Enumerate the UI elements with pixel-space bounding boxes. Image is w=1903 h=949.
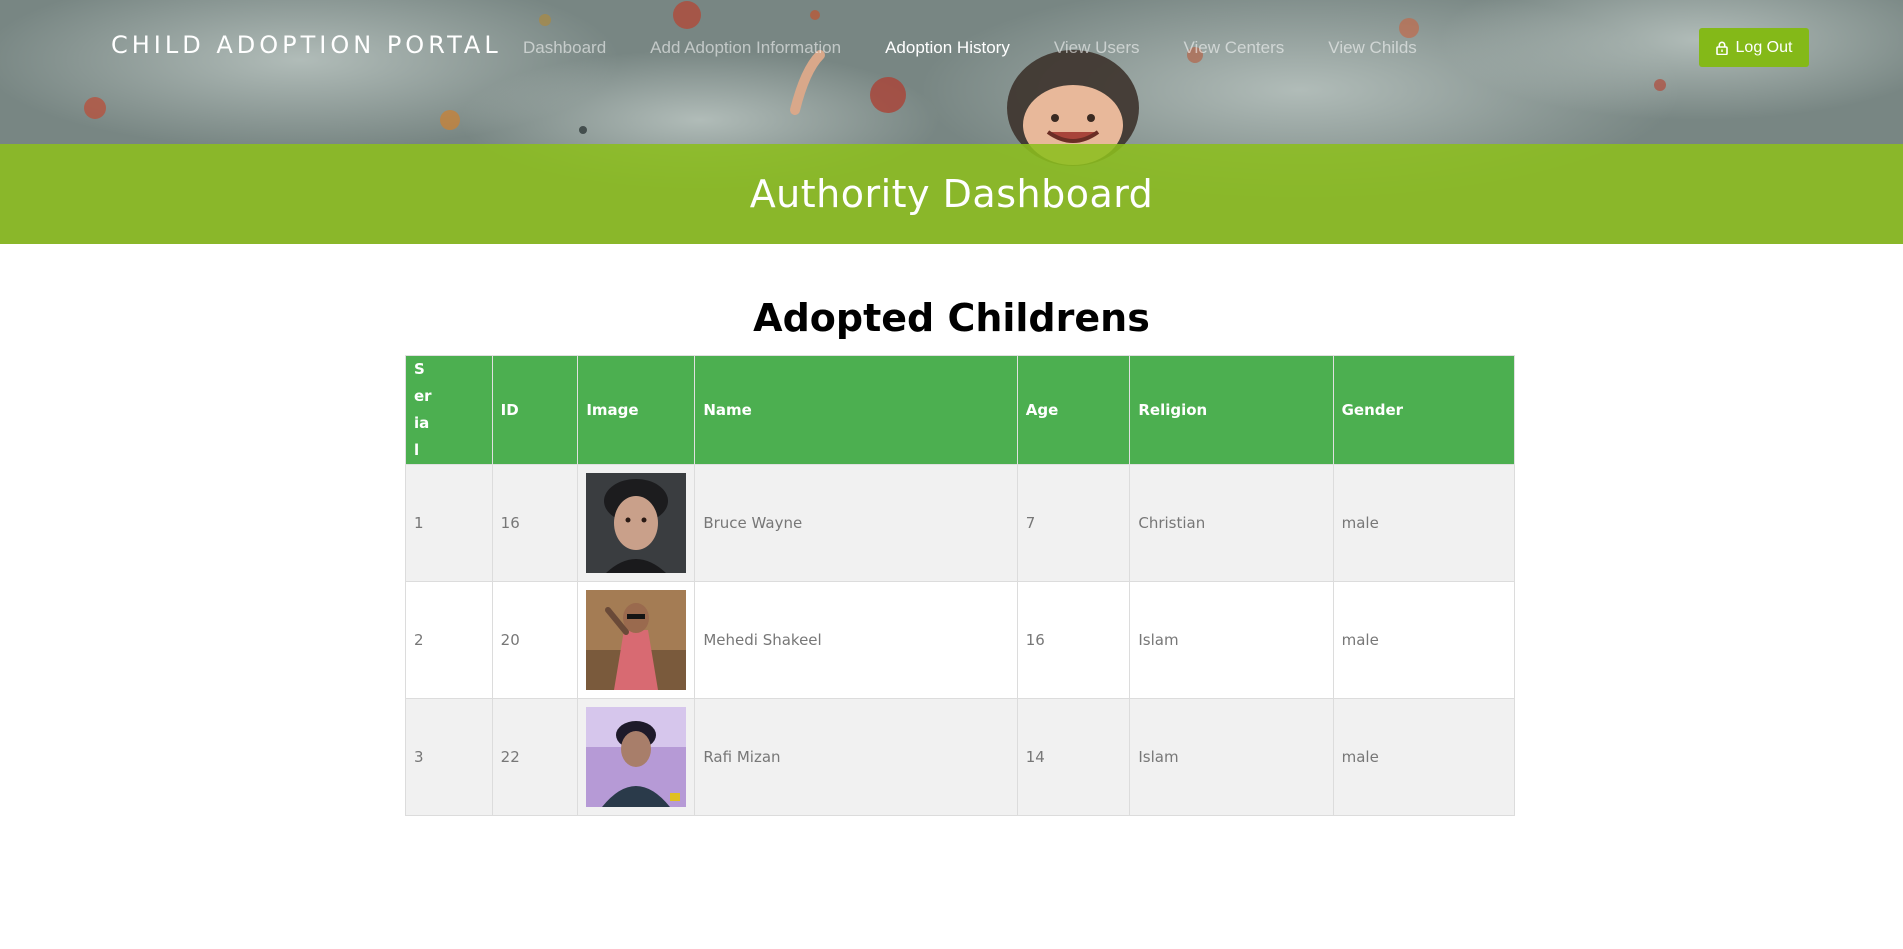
cell-gender: male (1332, 464, 1516, 582)
dashboard-banner: Authority Dashboard (0, 144, 1903, 244)
lock-icon (1715, 41, 1728, 55)
nav-link-adoption-history[interactable]: Adoption History (885, 38, 1010, 58)
cell-id: 22 (491, 698, 579, 816)
cell-id: 16 (491, 464, 579, 582)
cell-religion: Christian (1129, 464, 1334, 582)
table-row: 2 20 Mehedi Shakeel 16 Islam male (405, 581, 1516, 699)
top-navbar: CHILD ADOPTION PORTAL Dashboard Add Adop… (0, 0, 1903, 144)
adopted-children-table: Serial ID Image Name Age Religion Gender… (405, 355, 1516, 816)
cell-serial: 1 (405, 464, 493, 582)
nav-link-add-adoption-information[interactable]: Add Adoption Information (650, 38, 841, 58)
cell-gender: male (1332, 698, 1516, 816)
nav-link-view-centers[interactable]: View Centers (1183, 38, 1284, 58)
nav-links: Dashboard Add Adoption Information Adopt… (523, 38, 1461, 58)
logout-label: Log Out (1735, 38, 1793, 56)
cell-serial: 3 (405, 698, 493, 816)
cell-image (577, 464, 696, 582)
cell-age: 14 (1016, 698, 1131, 816)
cell-name: Bruce Wayne (694, 464, 1018, 582)
column-header-age: Age (1016, 355, 1131, 465)
cell-age: 7 (1016, 464, 1131, 582)
child-photo (586, 590, 687, 690)
column-header-religion: Religion (1129, 355, 1334, 465)
banner-title: Authority Dashboard (749, 172, 1154, 216)
cell-image (577, 581, 696, 699)
cell-name: Mehedi Shakeel (694, 581, 1018, 699)
nav-link-dashboard[interactable]: Dashboard (523, 38, 606, 58)
cell-id: 20 (491, 581, 579, 699)
cell-age: 16 (1016, 581, 1131, 699)
column-header-id: ID (491, 355, 579, 465)
hero-header: CHILD ADOPTION PORTAL Dashboard Add Adop… (0, 0, 1903, 244)
table-header-row: Serial ID Image Name Age Religion Gender (405, 355, 1516, 465)
logout-button[interactable]: Log Out (1699, 28, 1809, 67)
cell-image (577, 698, 696, 816)
column-header-image: Image (577, 355, 696, 465)
cell-religion: Islam (1129, 581, 1334, 699)
column-header-serial: Serial (405, 355, 493, 465)
column-header-gender: Gender (1332, 355, 1516, 465)
nav-link-view-childs[interactable]: View Childs (1328, 38, 1417, 58)
child-photo (586, 707, 687, 807)
cell-religion: Islam (1129, 698, 1334, 816)
table-row: 3 22 Rafi Mizan 14 Islam male (405, 698, 1516, 816)
section-title: Adopted Childrens (753, 296, 1150, 340)
brand-logo[interactable]: CHILD ADOPTION PORTAL (111, 31, 502, 59)
cell-gender: male (1332, 581, 1516, 699)
cell-name: Rafi Mizan (694, 698, 1018, 816)
child-photo (586, 473, 687, 573)
column-header-name: Name (694, 355, 1018, 465)
table-row: 1 16 Bruce Wayne 7 Christian male (405, 464, 1516, 582)
cell-serial: 2 (405, 581, 493, 699)
nav-link-view-users[interactable]: View Users (1054, 38, 1140, 58)
